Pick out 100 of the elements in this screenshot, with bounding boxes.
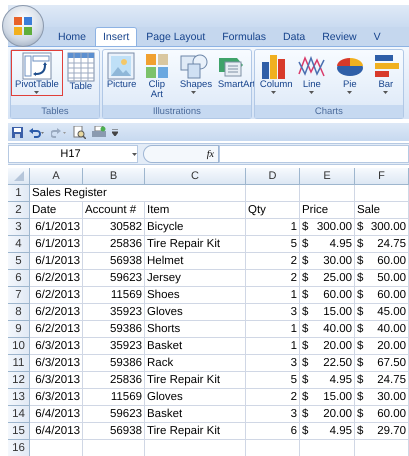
row-header[interactable]: 13 (8, 389, 30, 406)
ribbon-button[interactable]: Pie (330, 50, 369, 96)
group-label: Illustrations (102, 105, 251, 118)
row-header[interactable]: 16 (8, 440, 30, 456)
ribbon-tab[interactable]: Insert (95, 27, 138, 46)
row-header[interactable]: 3 (8, 219, 30, 236)
ribbon-tab[interactable]: V (366, 27, 389, 46)
table-cell: Price (300, 202, 355, 219)
undo-icon[interactable] (29, 126, 45, 138)
ribbon-button[interactable]: Picture (102, 50, 139, 92)
ribbon-button[interactable]: PivotTable (11, 50, 63, 96)
currency-cell: $ 20.00 (355, 338, 409, 355)
table-cell: 1 (246, 321, 300, 338)
table-cell: 11569 (83, 287, 145, 304)
table-cell: Basket (145, 406, 246, 423)
corner-triangle-icon (14, 171, 24, 181)
name-box[interactable]: H17 (8, 145, 138, 163)
insert-function-button[interactable]: fx (143, 145, 219, 163)
formula-input[interactable] (219, 145, 409, 163)
table-cell: Bicycle (145, 219, 246, 236)
row-header[interactable]: 5 (8, 253, 30, 270)
table-cell: Item (145, 202, 246, 219)
empty-cell (355, 185, 409, 202)
ribbon-button[interactable]: Bar (368, 50, 403, 96)
row-header[interactable]: 2 (8, 202, 30, 219)
row-header[interactable]: 8 (8, 304, 30, 321)
sheet-title: Sales Register (30, 185, 145, 202)
row-header[interactable]: 12 (8, 372, 30, 389)
column-header[interactable]: C (145, 168, 246, 185)
table-cell: 6/3/2013 (30, 372, 83, 389)
currency-cell: $ 40.00 (300, 321, 355, 338)
table-cell: 59386 (83, 321, 145, 338)
table-cell: Tire Repair Kit (145, 423, 246, 440)
currency-cell: $ 20.00 (300, 406, 355, 423)
picture-icon (106, 52, 135, 80)
table-cell: 3 (246, 304, 300, 321)
row-header[interactable]: 14 (8, 406, 30, 423)
clip-art-icon (144, 52, 170, 80)
printer-icon[interactable] (92, 126, 106, 138)
group-label: Tables (11, 105, 99, 118)
currency-cell: $ 22.50 (300, 355, 355, 372)
column-header[interactable]: D (246, 168, 300, 185)
currency-cell: $ 60.00 (300, 287, 355, 304)
row-header[interactable]: 11 (8, 355, 30, 372)
currency-cell: $ 15.00 (300, 304, 355, 321)
column-header[interactable]: A (30, 168, 83, 185)
save-icon[interactable] (12, 126, 23, 138)
table-cell: 56938 (83, 423, 145, 440)
table-cell: 6/2/2013 (30, 287, 83, 304)
row-header[interactable]: 1 (8, 185, 30, 202)
column-header[interactable]: B (83, 168, 145, 185)
table-cell: Qty (246, 202, 300, 219)
print-preview-icon[interactable] (73, 126, 86, 138)
table-cell: 1 (246, 219, 300, 236)
ribbon-button[interactable]: Clip Art (138, 50, 175, 102)
table-cell: 6 (246, 423, 300, 440)
table-cell: 1 (246, 338, 300, 355)
row-header[interactable]: 6 (8, 270, 30, 287)
ribbon-button[interactable]: Table (62, 50, 99, 94)
shapes-icon (178, 52, 209, 80)
group-label: Charts (254, 105, 403, 118)
table-cell: 59623 (83, 406, 145, 423)
currency-cell: $ 40.00 (355, 321, 409, 338)
row-header[interactable]: 7 (8, 287, 30, 304)
table-cell: Tire Repair Kit (145, 372, 246, 389)
table-cell: 2 (246, 253, 300, 270)
table-cell: Basket (145, 338, 246, 355)
ribbon-button[interactable]: Column (254, 50, 293, 96)
table-cell: Account # (83, 202, 145, 219)
row-header[interactable]: 9 (8, 321, 30, 338)
column-header[interactable]: E (300, 168, 355, 185)
currency-cell: $ 300.00 (355, 219, 409, 236)
currency-cell: $ 15.00 (300, 389, 355, 406)
table-cell: Helmet (145, 253, 246, 270)
ribbon-tab[interactable]: Formulas (214, 27, 274, 46)
table-cell: 6/2/2013 (30, 321, 83, 338)
table-cell: Jersey (145, 270, 246, 287)
table-cell: 25836 (83, 372, 145, 389)
ribbon-tab[interactable]: Page Layout (138, 27, 214, 46)
bar-chart-icon (372, 52, 399, 80)
column-header[interactable]: F (355, 168, 409, 185)
table-cell: 6/1/2013 (30, 236, 83, 253)
table-cell: 1 (246, 287, 300, 304)
currency-cell: $ 45.00 (355, 304, 409, 321)
row-header[interactable]: 4 (8, 236, 30, 253)
ribbon-button[interactable]: Line (292, 50, 331, 96)
customize-menu-icon[interactable] (112, 128, 118, 136)
ribbon-tab[interactable]: Review (314, 27, 365, 46)
table-cell: 56938 (83, 253, 145, 270)
row-header[interactable]: 15 (8, 423, 30, 440)
ribbon-tab[interactable]: Data (275, 27, 314, 46)
row-header[interactable]: 10 (8, 338, 30, 355)
currency-cell: $ 29.70 (355, 423, 409, 440)
ribbon-tab[interactable]: Home (50, 27, 94, 46)
currency-cell: $ 4.95 (300, 372, 355, 389)
table-cell: Gloves (145, 304, 246, 321)
table-cell: 6/1/2013 (30, 253, 83, 270)
ribbon-button[interactable]: Shapes (174, 50, 213, 96)
currency-cell: $ 60.00 (355, 253, 409, 270)
table-cell: Shoes (145, 287, 246, 304)
